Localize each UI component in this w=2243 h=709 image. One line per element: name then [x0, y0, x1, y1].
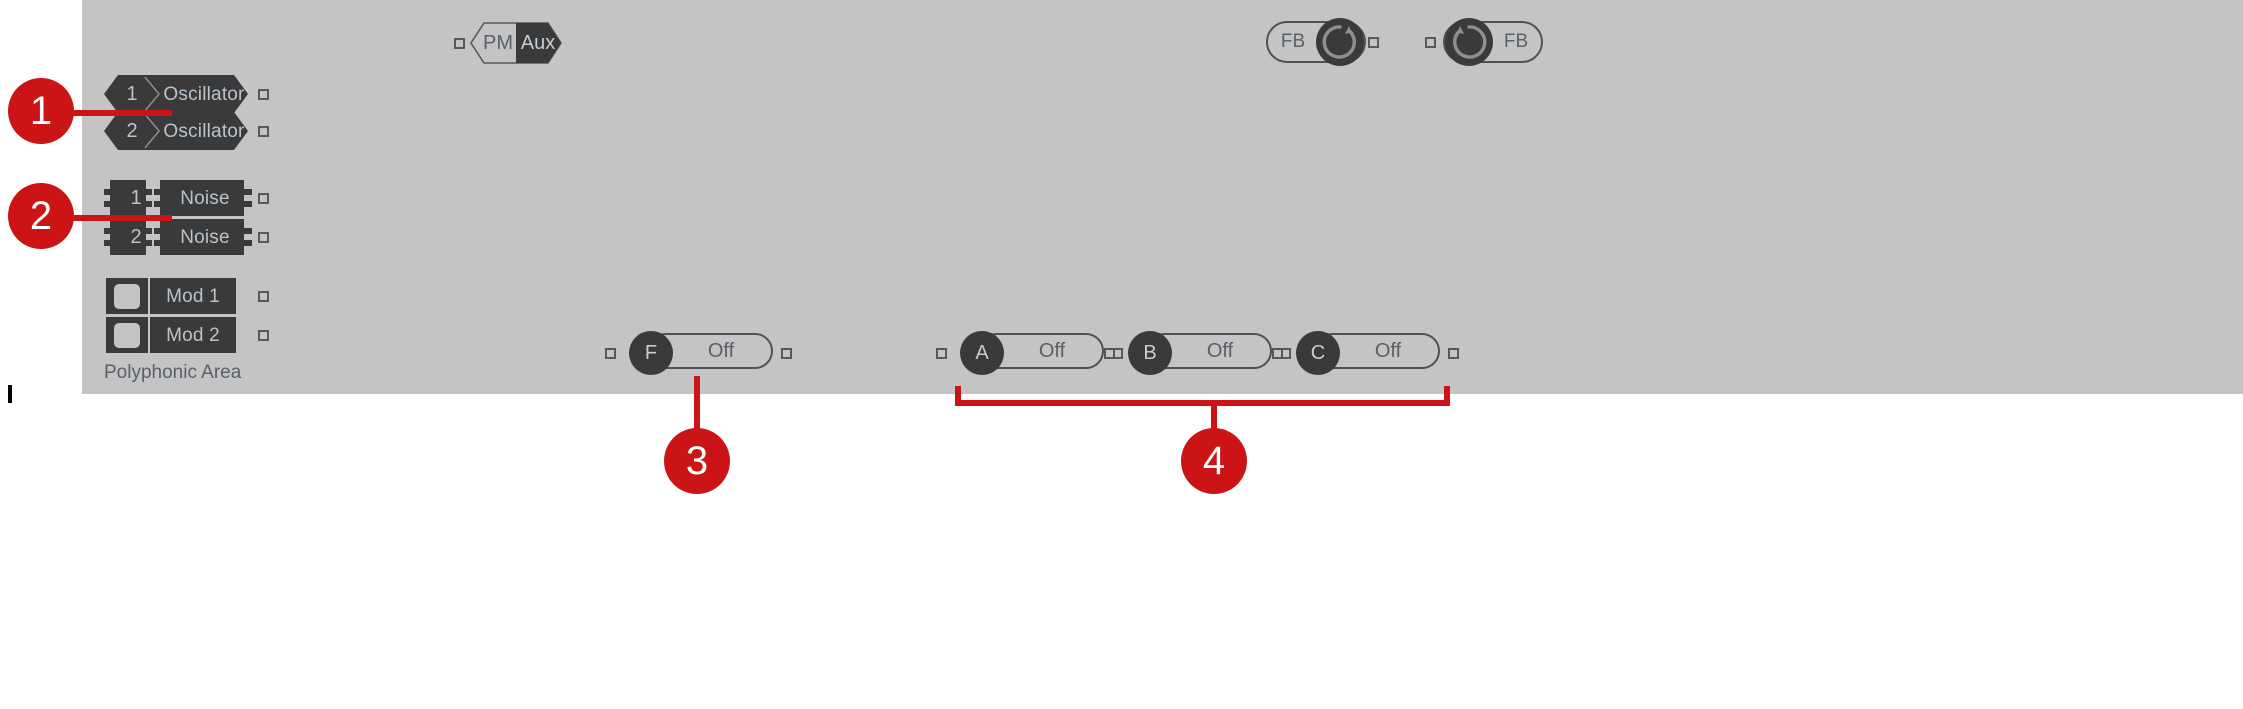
feedback-left-knob-arc-icon: [1322, 25, 1356, 59]
noise-2-number: 2: [130, 226, 142, 248]
feedback-left-port[interactable]: [1368, 37, 1379, 48]
noise-1-output-port[interactable]: [258, 193, 269, 204]
bus-b-badge[interactable]: B: [1128, 331, 1172, 375]
pm-label[interactable]: PM: [476, 22, 520, 64]
callout-3: 3: [664, 428, 730, 494]
bus-b-value[interactable]: Off: [1176, 333, 1264, 369]
mod-2-body[interactable]: Mod 2: [150, 317, 236, 353]
bus-control-a[interactable]: A Off: [936, 331, 1123, 375]
bus-a-letter: A: [975, 341, 989, 364]
callout-2: 2: [8, 183, 74, 249]
polyphonic-area-caption: Polyphonic Area: [104, 362, 242, 383]
mod-2-square-icon: [114, 322, 140, 348]
callout-4-bracket-right-tick: [1444, 386, 1450, 406]
bus-b-letter: B: [1143, 341, 1157, 364]
callout-1: 1: [8, 78, 74, 144]
noise-module-2[interactable]: 2 Noise: [102, 219, 269, 255]
callout-4-bracket-left-tick: [955, 386, 961, 406]
oscillator-1-number: 1: [126, 83, 138, 105]
noise-2-label: Noise: [180, 226, 230, 248]
bus-c-output-port[interactable]: [1448, 348, 1459, 359]
pm-aux-input-port[interactable]: [454, 38, 465, 49]
oscillator-1-output-port[interactable]: [258, 89, 269, 100]
callout-2-leader-line: [60, 215, 172, 221]
callout-1-leader-line: [60, 110, 172, 116]
noise-1-number: 1: [130, 187, 142, 209]
mod-1-body[interactable]: Mod 1: [150, 278, 236, 314]
callout-4-number: 4: [1202, 438, 1226, 483]
oscillator-2-label: Oscillator: [163, 120, 245, 142]
aux-label[interactable]: Aux: [516, 22, 560, 64]
oscillator-2-divider: [144, 113, 160, 149]
callout-4: 4: [1181, 428, 1247, 494]
mod-2-label: Mod 2: [166, 324, 220, 346]
noise-2-label-wrap[interactable]: Noise: [160, 219, 250, 255]
noise-1-label: Noise: [180, 187, 230, 209]
filter-f-output-port[interactable]: [781, 348, 792, 359]
noise-2-output-port[interactable]: [258, 232, 269, 243]
feedback-control-left[interactable]: FB: [1266, 18, 1379, 66]
bus-c-letter: C: [1310, 341, 1326, 364]
mod-1-square-icon: [114, 283, 140, 309]
patch-canvas: PM Aux Oscillator 1 Oscillator 2 1 Noise…: [82, 0, 2243, 394]
mod-1-output-port[interactable]: [258, 291, 269, 302]
screenshot-root: PM Aux Oscillator 1 Oscillator 2 1 Noise…: [0, 0, 2243, 709]
pm-aux-toggle[interactable]: PM Aux: [454, 22, 562, 64]
callout-1-number: 1: [29, 88, 53, 133]
mod-2-output-port[interactable]: [258, 330, 269, 341]
noise-1-index[interactable]: 1: [116, 180, 156, 216]
mod-1-label: Mod 1: [166, 285, 220, 307]
bus-control-c[interactable]: C Off: [1272, 331, 1459, 375]
bus-b-input-port[interactable]: [1104, 348, 1115, 359]
left-edge-tick: [8, 385, 12, 403]
bus-c-input-port[interactable]: [1272, 348, 1283, 359]
mod-module-1[interactable]: Mod 1: [106, 278, 269, 314]
filter-f-badge[interactable]: F: [629, 331, 673, 375]
bus-c-badge[interactable]: C: [1296, 331, 1340, 375]
feedback-control-right[interactable]: FB: [1425, 18, 1543, 66]
bus-control-b[interactable]: B Off: [1104, 331, 1291, 375]
oscillator-module-2[interactable]: Oscillator 2: [104, 112, 269, 150]
noise-2-index[interactable]: 2: [116, 219, 156, 255]
oscillator-2-number: 2: [126, 120, 138, 142]
feedback-right-port[interactable]: [1425, 37, 1436, 48]
feedback-left-label: FB: [1280, 31, 1306, 52]
mod-2-toggle-box[interactable]: [106, 317, 148, 353]
bus-a-value[interactable]: Off: [1008, 333, 1096, 369]
oscillator-2-output-port[interactable]: [258, 126, 269, 137]
feedback-right-knob-arc-icon: [1453, 25, 1487, 59]
filter-f-letter: F: [644, 341, 658, 364]
oscillator-module-1[interactable]: Oscillator 1: [104, 75, 269, 113]
filter-f-value[interactable]: Off: [677, 333, 765, 369]
bus-c-value[interactable]: Off: [1344, 333, 1432, 369]
feedback-right-knob[interactable]: [1445, 18, 1493, 66]
callout-2-number: 2: [29, 193, 53, 238]
feedback-left-knob[interactable]: [1316, 18, 1364, 66]
callout-3-number: 3: [685, 438, 709, 483]
mod-1-toggle-box[interactable]: [106, 278, 148, 314]
oscillator-1-label: Oscillator: [163, 83, 245, 105]
bus-a-badge[interactable]: A: [960, 331, 1004, 375]
filter-f-input-port[interactable]: [605, 348, 616, 359]
feedback-right-label: FB: [1503, 31, 1529, 52]
bus-a-input-port[interactable]: [936, 348, 947, 359]
callout-4-bracket-horizontal: [955, 400, 1450, 406]
oscillator-1-divider: [144, 76, 160, 112]
noise-module-1[interactable]: 1 Noise: [102, 180, 269, 216]
noise-1-label-wrap[interactable]: Noise: [160, 180, 250, 216]
mod-module-2[interactable]: Mod 2: [106, 317, 269, 353]
filter-control-f[interactable]: F Off: [605, 331, 792, 375]
